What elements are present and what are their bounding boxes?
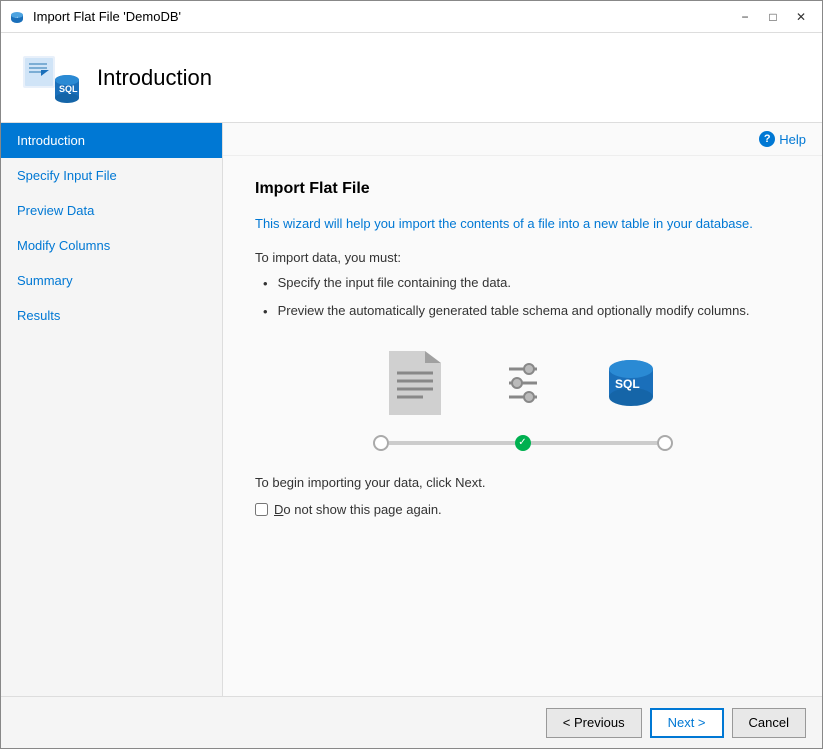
sidebar-item-specify-input-file[interactable]: Specify Input File (1, 158, 222, 193)
diagram-icons: SQL (389, 351, 657, 415)
database-icon: SQL (21, 48, 81, 108)
svg-text:SQL: SQL (59, 84, 78, 94)
maximize-button[interactable]: □ (760, 4, 786, 30)
sidebar-item-results[interactable]: Results (1, 298, 222, 333)
bottom-text: To begin importing your data, click Next… (255, 475, 790, 490)
progress-track-right (531, 441, 657, 445)
sidebar-item-modify-columns[interactable]: Modify Columns (1, 228, 222, 263)
settings-icon (501, 357, 545, 409)
progress-track-left (389, 441, 515, 445)
close-button[interactable]: ✕ (788, 4, 814, 30)
help-link[interactable]: ? Help (759, 131, 806, 147)
bullet-item-2: • Preview the automatically generated ta… (263, 303, 790, 319)
minimize-button[interactable]: − (732, 4, 758, 30)
progress-dot-end (657, 435, 673, 451)
cancel-button[interactable]: Cancel (732, 708, 806, 738)
bullet-item-1: • Specify the input file containing the … (263, 275, 790, 291)
sidebar-item-introduction[interactable]: Introduction (1, 123, 222, 158)
bullet-dot-1: • (263, 276, 268, 291)
main-window: → Import Flat File 'DemoDB' − □ ✕ (0, 0, 823, 749)
header-icon: SQL (21, 48, 81, 108)
sql-db-icon: SQL (605, 355, 657, 411)
help-label: Help (779, 132, 806, 147)
svg-text:SQL: SQL (615, 377, 640, 391)
bullet-dot-2: • (263, 304, 268, 319)
content-header: ? Help (223, 123, 822, 156)
dont-show-checkbox[interactable] (255, 503, 268, 516)
previous-button[interactable]: < Previous (546, 708, 642, 738)
progress-dot-start (373, 435, 389, 451)
header-area: SQL Introduction (1, 33, 822, 123)
title-bar: → Import Flat File 'DemoDB' − □ ✕ (1, 1, 822, 33)
progress-line: ✓ (373, 435, 673, 451)
content-body: Import Flat File This wizard will help y… (223, 156, 822, 696)
sidebar-item-preview-data[interactable]: Preview Data (1, 193, 222, 228)
page-title: Introduction (97, 65, 212, 91)
bullet-text-2: Preview the automatically generated tabl… (278, 303, 750, 318)
checkbox-row: Do not show this page again. (255, 502, 790, 517)
next-button[interactable]: Next > (650, 708, 724, 738)
title-bar-left: → Import Flat File 'DemoDB' (9, 9, 181, 25)
sidebar-item-summary[interactable]: Summary (1, 263, 222, 298)
main-area: Introduction Specify Input File Preview … (1, 123, 822, 696)
content-area: ? Help Import Flat File This wizard will… (223, 123, 822, 696)
checkbox-label[interactable]: Do not show this page again. (274, 502, 442, 517)
must-label: To import data, you must: (255, 250, 790, 265)
progress-dot-middle: ✓ (515, 435, 531, 451)
bullet-text-1: Specify the input file containing the da… (278, 275, 511, 290)
section-title: Import Flat File (255, 180, 790, 198)
bullet-list: • Specify the input file containing the … (263, 275, 790, 319)
help-icon: ? (759, 131, 775, 147)
app-icon: → (9, 9, 25, 25)
footer: < Previous Next > Cancel (1, 696, 822, 748)
title-bar-controls: − □ ✕ (732, 4, 814, 30)
file-icon (389, 351, 441, 415)
intro-text: This wizard will help you import the con… (255, 214, 790, 234)
window-title: Import Flat File 'DemoDB' (33, 9, 181, 24)
diagram-area: SQL ✓ (255, 351, 790, 451)
check-mark: ✓ (518, 437, 526, 448)
svg-text:→: → (14, 14, 19, 20)
sidebar: Introduction Specify Input File Preview … (1, 123, 223, 696)
